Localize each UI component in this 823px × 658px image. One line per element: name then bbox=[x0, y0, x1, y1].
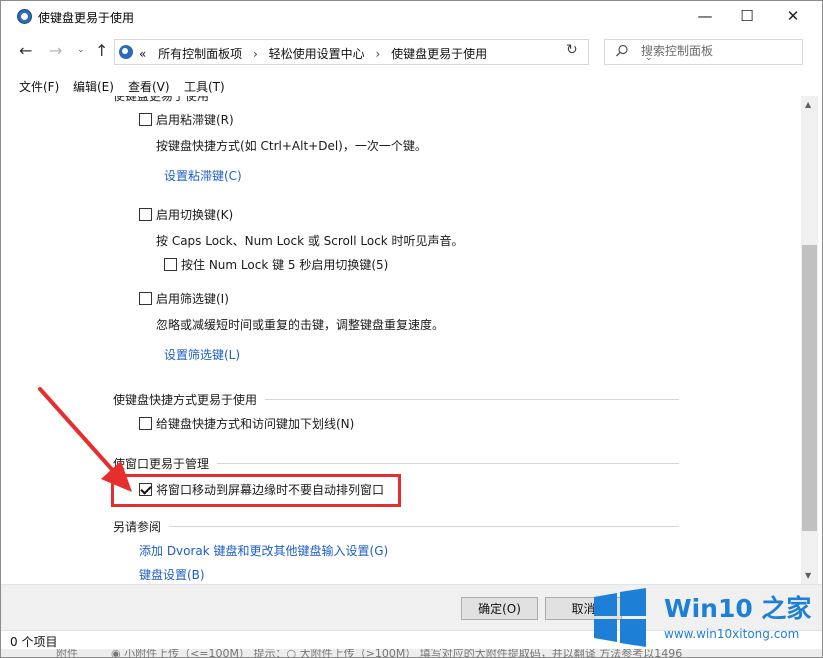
watermark-brand: Win10 之家 bbox=[664, 594, 812, 623]
scroll-down-arrow-icon[interactable]: ▼ bbox=[805, 571, 811, 580]
sticky-keys-label: 启用粘滞键(R) bbox=[156, 113, 234, 127]
title-bar: 使键盘更易于使用 — ☐ ✕ bbox=[1, 1, 822, 32]
dvorak-keyboard-link[interactable]: 添加 Dvorak 键盘和更改其他键盘输入设置(G) bbox=[139, 542, 388, 559]
breadcrumb: « 所有控制面板项 › 轻松使用设置中心 › 使键盘更易于使用 bbox=[139, 45, 487, 62]
up-arrow-icon[interactable]: ↑ bbox=[95, 41, 108, 60]
keyboard-settings-link[interactable]: 键盘设置(B) bbox=[139, 566, 205, 583]
breadcrumb-separator-icon[interactable]: › bbox=[376, 47, 381, 61]
filter-keys-settings-link[interactable]: 设置筛选键(L) bbox=[164, 346, 240, 363]
shortcuts-section-title: 使键盘快捷方式更易于使用 bbox=[113, 393, 258, 407]
see-also-title: 另请参阅 bbox=[113, 520, 162, 534]
menu-edit[interactable]: 编辑(E) bbox=[73, 78, 114, 95]
windows-logo-icon bbox=[594, 588, 646, 647]
minimize-button[interactable]: — bbox=[682, 1, 728, 31]
toggle-keys-option[interactable]: 启用切换键(K) bbox=[139, 206, 233, 223]
sticky-keys-checkbox[interactable] bbox=[139, 113, 152, 126]
vertical-scrollbar[interactable]: ▲ ▼ bbox=[801, 96, 818, 584]
menu-tools[interactable]: 工具(T) bbox=[184, 78, 225, 95]
partial-section-heading: 使键盘更易于使用 bbox=[113, 96, 210, 103]
section-divider bbox=[169, 526, 679, 527]
control-panel-window: 使键盘更易于使用 — ☐ ✕ ← → ⌄ ↑ « 所有控制面板项 › 轻松使用设… bbox=[0, 0, 823, 658]
underline-shortcuts-label: 给键盘快捷方式和访问键加下划线(N) bbox=[156, 417, 355, 431]
breadcrumb-overflow-icon[interactable]: « bbox=[139, 47, 146, 61]
underline-shortcuts-checkbox[interactable] bbox=[139, 417, 152, 430]
section-divider bbox=[265, 399, 679, 400]
highlight-box bbox=[111, 474, 401, 507]
search-box[interactable] bbox=[604, 39, 803, 65]
breadcrumb-item-ease-of-access[interactable]: 轻松使用设置中心 bbox=[269, 47, 365, 61]
window-section-title: 使窗口更易于管理 bbox=[113, 457, 210, 471]
settings-content: 使键盘更易于使用 启用粘滞键(R) 按键盘快捷方式(如 Ctrl+Alt+Del… bbox=[1, 96, 801, 588]
scrollbar-thumb[interactable] bbox=[802, 244, 817, 531]
filter-keys-option[interactable]: 启用筛选键(I) bbox=[139, 290, 229, 307]
breadcrumb-item-keyboard[interactable]: 使键盘更易于使用 bbox=[391, 47, 487, 61]
menu-bar: 文件(F) 编辑(E) 查看(V) 工具(T) bbox=[1, 74, 822, 96]
navigation-bar: ← → ⌄ ↑ « 所有控制面板项 › 轻松使用设置中心 › 使键盘更易于使用 … bbox=[1, 32, 822, 72]
ok-button[interactable]: 确定(O) bbox=[461, 597, 538, 620]
watermark: Win10 之家 www.win10xitong.com bbox=[568, 583, 823, 658]
search-input[interactable] bbox=[641, 44, 791, 58]
refresh-icon[interactable]: ↻ bbox=[566, 42, 578, 58]
recent-locations-chevron-icon[interactable]: ⌄ bbox=[77, 45, 85, 55]
filter-keys-label: 启用筛选键(I) bbox=[156, 292, 229, 306]
sticky-keys-option[interactable]: 启用粘滞键(R) bbox=[139, 111, 234, 128]
num-lock-toggle-option[interactable]: 按住 Num Lock 键 5 秒启用切换键(5) bbox=[164, 256, 388, 273]
toggle-keys-checkbox[interactable] bbox=[139, 208, 152, 221]
control-panel-icon bbox=[17, 9, 32, 24]
menu-file[interactable]: 文件(F) bbox=[19, 78, 59, 95]
back-arrow-icon[interactable]: ← bbox=[19, 41, 32, 60]
forward-arrow-icon[interactable]: → bbox=[49, 41, 62, 60]
filter-keys-description: 忽略或减缓短时间或重复的击键，调整键盘重复速度。 bbox=[156, 318, 445, 332]
address-bar[interactable]: « 所有控制面板项 › 轻松使用设置中心 › 使键盘更易于使用 ⌄ bbox=[114, 39, 653, 65]
window-title: 使键盘更易于使用 bbox=[38, 11, 135, 25]
close-button[interactable]: ✕ bbox=[770, 1, 816, 31]
control-panel-small-icon bbox=[119, 45, 133, 59]
sticky-keys-description: 按键盘快捷方式(如 Ctrl+Alt+Del)，一次一个键。 bbox=[156, 139, 427, 153]
toggle-keys-label: 启用切换键(K) bbox=[156, 208, 234, 222]
watermark-url: www.win10xitong.com bbox=[664, 627, 800, 641]
sticky-keys-settings-link[interactable]: 设置粘滞键(C) bbox=[164, 167, 242, 184]
breadcrumb-item-all-items[interactable]: 所有控制面板项 bbox=[158, 47, 242, 61]
underline-shortcuts-option[interactable]: 给键盘快捷方式和访问键加下划线(N) bbox=[139, 415, 354, 432]
scroll-up-arrow-icon[interactable]: ▲ bbox=[805, 100, 811, 109]
search-icon bbox=[616, 44, 628, 57]
toggle-keys-description: 按 Caps Lock、Num Lock 或 Scroll Lock 时听见声音… bbox=[156, 234, 464, 248]
num-lock-toggle-checkbox[interactable] bbox=[164, 258, 177, 271]
section-divider bbox=[217, 463, 679, 464]
item-count: 0 个项目 bbox=[10, 635, 58, 649]
breadcrumb-separator-icon[interactable]: › bbox=[253, 47, 258, 61]
num-lock-toggle-label: 按住 Num Lock 键 5 秒启用切换键(5) bbox=[181, 258, 389, 272]
filter-keys-checkbox[interactable] bbox=[139, 292, 152, 305]
menu-view[interactable]: 查看(V) bbox=[128, 78, 170, 95]
maximize-button[interactable]: ☐ bbox=[724, 1, 770, 31]
